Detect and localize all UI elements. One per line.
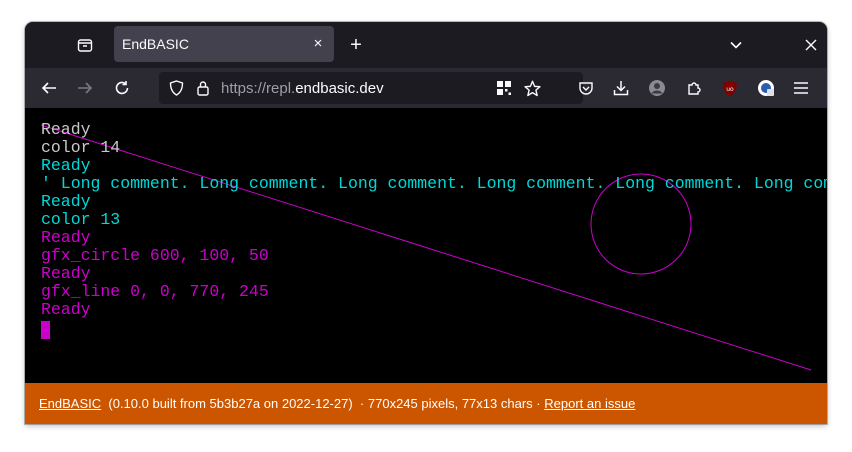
forward-button[interactable] (71, 74, 99, 102)
console-line: ' Long comment. Long comment. Long comme… (41, 174, 827, 193)
ublock-origin-icon[interactable]: uo (716, 74, 744, 102)
tab-endbasic[interactable]: EndBASIC × (114, 26, 334, 62)
separator: · (359, 396, 365, 411)
navigation-toolbar: https://repl.endbasic.dev uo (25, 68, 827, 108)
bookmark-star-icon[interactable] (518, 74, 546, 102)
endbasic-console[interactable]: Ready color 14 Ready ' Long comment. Long c… (25, 108, 827, 383)
console-line: gfx_circle 600, 100, 50 (41, 246, 269, 265)
url-prefix: https://repl. (221, 80, 296, 97)
svg-text:uo: uo (726, 86, 734, 93)
arrow-left-icon (41, 82, 56, 94)
pocket-icon[interactable] (572, 74, 600, 102)
endbasic-home-link[interactable]: EndBASIC (39, 396, 101, 411)
new-tab-button[interactable]: + (342, 31, 370, 59)
url-bar[interactable]: https://repl.endbasic.dev (159, 72, 583, 104)
console-line: Ready (41, 120, 91, 139)
close-window-button[interactable] (797, 31, 825, 59)
url-text[interactable]: https://repl.endbasic.dev (221, 80, 384, 97)
chevron-down-icon (730, 41, 742, 49)
console-line: gfx_line 0, 0, 770, 245 (41, 282, 269, 301)
downloads-icon[interactable] (607, 74, 635, 102)
console-line: Ready (41, 192, 91, 211)
lock-icon[interactable] (189, 74, 217, 102)
footer-bar: EndBASIC (0.10.0 built from 5b3b27a on 2… (25, 383, 827, 424)
console-line: Ready (41, 264, 91, 283)
reload-icon (115, 81, 129, 95)
console-line: color 13 (41, 210, 121, 229)
firefox-view-icon[interactable] (71, 31, 99, 59)
url-host: endbasic.dev (295, 80, 384, 97)
close-tab-icon[interactable]: × (308, 34, 328, 54)
browser-window: EndBASIC × + https://repl.endbasic.dev u… (25, 22, 827, 424)
extension-badge-icon[interactable] (752, 74, 780, 102)
console-line: color 14 (41, 138, 121, 157)
console-line: Ready (41, 228, 91, 247)
hamburger-menu-icon[interactable] (787, 74, 815, 102)
console-output: Ready color 14 Ready ' Long comment. Long c… (41, 121, 827, 319)
back-button[interactable] (35, 74, 63, 102)
separator: · (536, 396, 541, 411)
console-size-info: 770x245 pixels, 77x13 chars (367, 396, 533, 411)
plus-icon: + (350, 33, 362, 56)
account-avatar-icon[interactable] (643, 74, 671, 102)
qr-code-icon[interactable] (490, 74, 518, 102)
list-all-tabs-button[interactable] (722, 31, 750, 59)
tracking-protection-shield-icon[interactable] (162, 74, 190, 102)
close-icon (805, 39, 817, 51)
console-line: Ready (41, 300, 91, 319)
version-info: (0.10.0 built from 5b3b27a on 2022-12-27… (108, 396, 353, 411)
tab-bar: EndBASIC × + (25, 22, 827, 68)
tab-title: EndBASIC (122, 36, 189, 52)
report-issue-link[interactable]: Report an issue (544, 396, 635, 411)
console-line: Ready (41, 156, 91, 175)
footer-content: EndBASIC (0.10.0 built from 5b3b27a on 2… (39, 396, 635, 411)
text-cursor (41, 321, 50, 339)
reload-button[interactable] (108, 74, 136, 102)
extensions-puzzle-icon[interactable] (680, 74, 708, 102)
arrow-right-icon (78, 82, 93, 94)
